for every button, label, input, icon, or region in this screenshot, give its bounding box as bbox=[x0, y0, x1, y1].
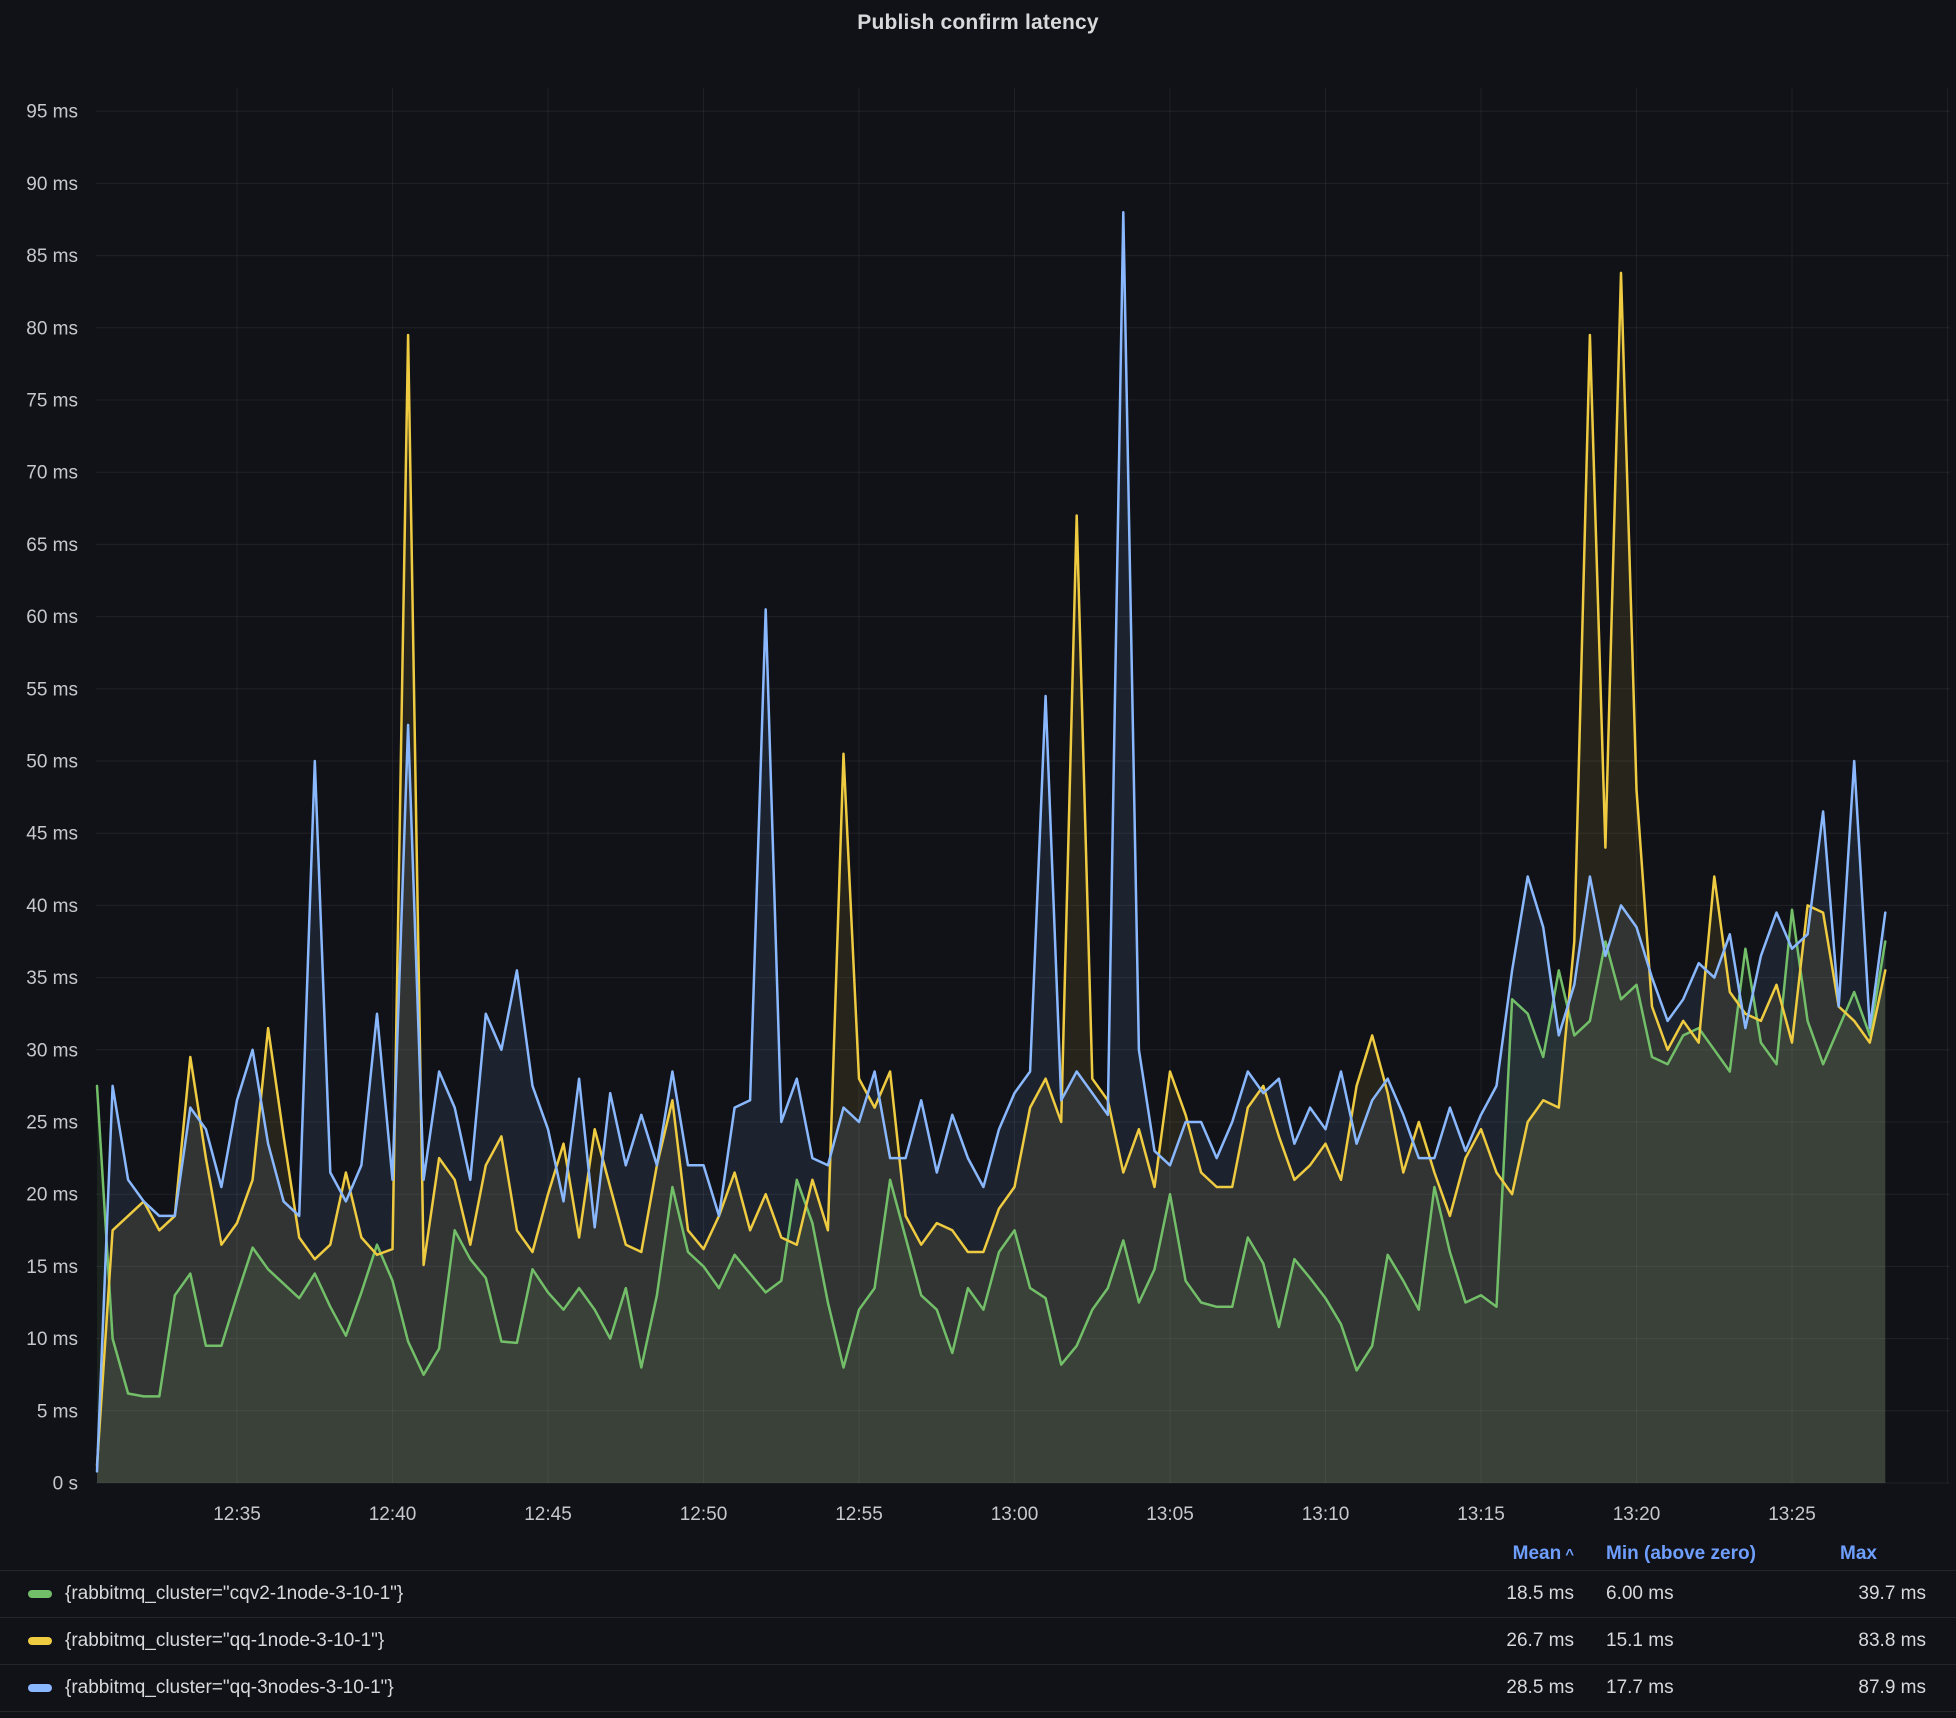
max-value: 83.8 ms bbox=[1786, 1630, 1956, 1652]
y-axis-tick-label: 35 ms bbox=[26, 968, 78, 989]
x-axis-tick-label: 13:10 bbox=[1302, 1504, 1350, 1525]
time-series-chart[interactable]: 0 s 5 ms 10 ms 15 ms 20 ms 25 ms 30 ms 35 ms 40 … bbox=[0, 0, 1956, 1532]
series-label[interactable]: {rabbitmq_cluster="qq-3nodes-3-10-1"} bbox=[65, 1677, 394, 1699]
y-axis-tick-label: 65 ms bbox=[26, 535, 78, 556]
legend-header: Mean^ Min (above zero) Max bbox=[0, 1538, 1956, 1570]
sort-ascending-icon: ^ bbox=[1565, 1546, 1574, 1563]
y-axis-tick-label: 15 ms bbox=[26, 1257, 78, 1278]
y-axis-tick-label: 40 ms bbox=[26, 896, 78, 917]
legend-row: {rabbitmq_cluster="qq-3nodes-3-10-1"} 28… bbox=[0, 1664, 1956, 1712]
x-axis-tick-label: 13:15 bbox=[1457, 1504, 1505, 1525]
legend-header-min[interactable]: Min (above zero) bbox=[1574, 1543, 1786, 1565]
min-value: 15.1 ms bbox=[1574, 1630, 1786, 1652]
legend-row: {rabbitmq_cluster="cqv2-1node-3-10-1"} 1… bbox=[0, 1570, 1956, 1617]
y-axis-tick-label: 70 ms bbox=[26, 463, 78, 484]
y-axis-tick-label: 80 ms bbox=[26, 318, 78, 339]
y-axis-tick-label: 30 ms bbox=[26, 1040, 78, 1061]
y-axis-tick-label: 90 ms bbox=[26, 174, 78, 195]
y-axis-tick-label: 25 ms bbox=[26, 1113, 78, 1134]
y-axis-tick-label: 45 ms bbox=[26, 824, 78, 845]
legend-header-max[interactable]: Max bbox=[1786, 1543, 1956, 1565]
y-axis-tick-label: 95 ms bbox=[26, 102, 78, 123]
y-axis-tick-label: 75 ms bbox=[26, 391, 78, 412]
series-label[interactable]: {rabbitmq_cluster="cqv2-1node-3-10-1"} bbox=[65, 1583, 403, 1605]
y-axis-tick-label: 60 ms bbox=[26, 607, 78, 628]
y-axis-tick-label: 85 ms bbox=[26, 246, 78, 267]
x-axis-tick-label: 12:35 bbox=[213, 1504, 261, 1525]
series-color-swatch bbox=[28, 1637, 52, 1645]
mean-value: 28.5 ms bbox=[1404, 1677, 1574, 1699]
y-axis-tick-label: 10 ms bbox=[26, 1329, 78, 1350]
min-value: 6.00 ms bbox=[1574, 1583, 1786, 1605]
chart-canvas[interactable]: 0 s 5 ms 10 ms 15 ms 20 ms 25 ms 30 ms 35 ms 40 … bbox=[0, 0, 1956, 1532]
mean-value: 26.7 ms bbox=[1404, 1630, 1574, 1652]
legend: Mean^ Min (above zero) Max {rabbitmq_clu… bbox=[0, 1538, 1956, 1712]
max-value: 87.9 ms bbox=[1786, 1677, 1956, 1699]
x-axis-tick-label: 12:40 bbox=[369, 1504, 417, 1525]
y-axis-tick-label: 5 ms bbox=[37, 1401, 78, 1422]
y-axis-tick-label: 0 s bbox=[53, 1474, 78, 1495]
x-axis-tick-label: 13:20 bbox=[1613, 1504, 1661, 1525]
legend-row: {rabbitmq_cluster="qq-1node-3-10-1"} 26.… bbox=[0, 1617, 1956, 1664]
series-color-swatch bbox=[28, 1590, 52, 1598]
legend-sort-mean[interactable]: Mean^ bbox=[1404, 1543, 1574, 1565]
x-axis-tick-label: 12:45 bbox=[524, 1504, 572, 1525]
x-axis-tick-label: 13:00 bbox=[991, 1504, 1039, 1525]
series-color-swatch bbox=[28, 1684, 52, 1692]
x-axis-tick-label: 12:55 bbox=[835, 1504, 883, 1525]
min-value: 17.7 ms bbox=[1574, 1677, 1786, 1699]
series-label[interactable]: {rabbitmq_cluster="qq-1node-3-10-1"} bbox=[65, 1630, 384, 1652]
mean-value: 18.5 ms bbox=[1404, 1583, 1574, 1605]
y-axis-tick-label: 55 ms bbox=[26, 679, 78, 700]
publish-confirm-latency-panel: Publish confirm latency 0 s5 ms10 ms15 m… bbox=[0, 0, 1956, 1718]
x-axis-tick-label: 13:05 bbox=[1146, 1504, 1194, 1525]
x-axis-tick-label: 13:25 bbox=[1768, 1504, 1816, 1525]
max-value: 39.7 ms bbox=[1786, 1583, 1956, 1605]
y-axis-tick-label: 20 ms bbox=[26, 1185, 78, 1206]
x-axis-tick-label: 12:50 bbox=[680, 1504, 728, 1525]
y-axis-tick-label: 50 ms bbox=[26, 752, 78, 773]
